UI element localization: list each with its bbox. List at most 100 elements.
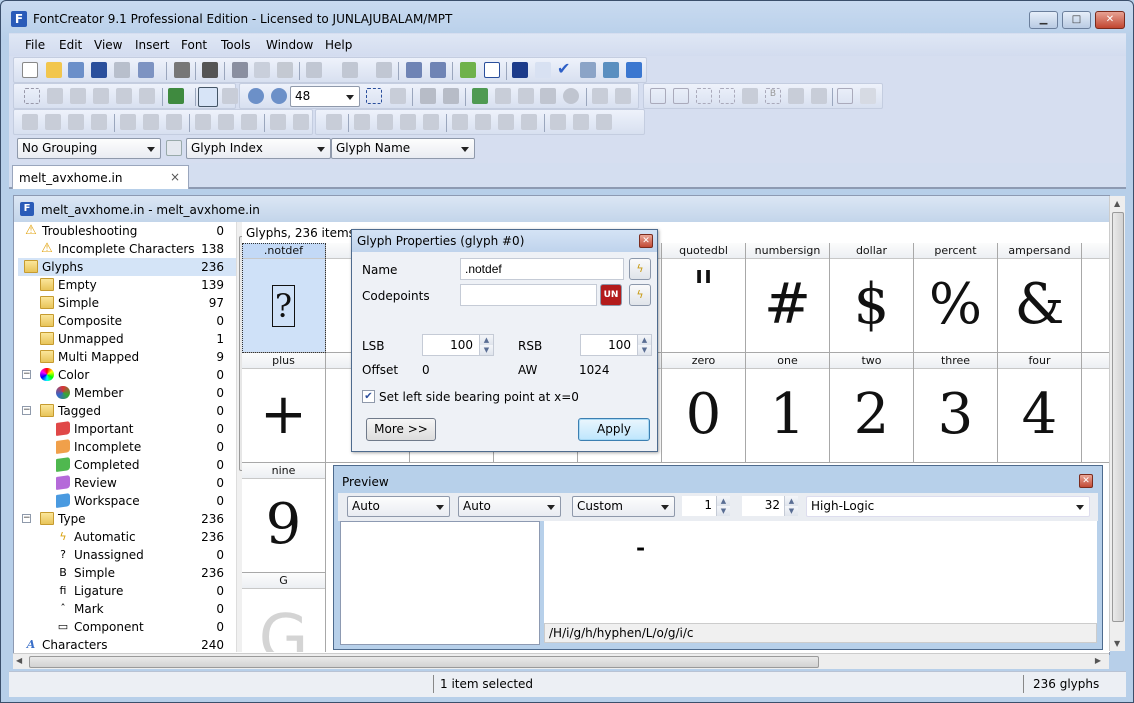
bring-front-icon[interactable] — [22, 114, 38, 130]
export-icon[interactable] — [138, 62, 154, 78]
pen-icon[interactable] — [116, 88, 132, 104]
menu-tools[interactable]: Tools — [221, 38, 251, 52]
apply-button[interactable]: Apply — [578, 418, 650, 441]
bring-forward-icon[interactable] — [45, 114, 61, 130]
menu-edit[interactable]: Edit — [59, 38, 82, 52]
intersect-icon[interactable] — [573, 114, 589, 130]
fill-icon[interactable] — [139, 88, 155, 104]
glyph-cell-four[interactable]: four 4 — [998, 353, 1082, 463]
pencil-icon[interactable] — [518, 88, 534, 104]
new-file-icon[interactable] — [22, 62, 38, 78]
grid-snap-icon[interactable] — [673, 88, 689, 104]
lsb-input[interactable]: 100 ▲ ▼ — [422, 334, 494, 356]
zoom-out-icon[interactable] — [271, 88, 287, 104]
align-middle-icon[interactable] — [218, 114, 234, 130]
next-glyph-icon[interactable] — [615, 88, 631, 104]
grid-icon[interactable] — [650, 88, 666, 104]
tree-item-color[interactable]: − Color 0 — [18, 366, 236, 384]
tree-item-review[interactable]: Review 0 — [18, 474, 236, 492]
add-text-icon[interactable] — [626, 62, 642, 78]
lsb-spinner[interactable]: ▲ ▼ — [479, 335, 493, 355]
anchor-icon[interactable] — [788, 88, 804, 104]
tree-item-component[interactable]: ▭ Component 0 — [18, 618, 236, 636]
more-button[interactable]: More >> — [366, 418, 436, 441]
tree-item-tagged[interactable]: − Tagged 0 — [18, 402, 236, 420]
tree-item-multi-mapped[interactable]: Multi Mapped 9 — [18, 348, 236, 366]
grouping-combo[interactable]: No Grouping — [17, 138, 161, 159]
direction-icon[interactable] — [860, 88, 876, 104]
copy-icon[interactable] — [254, 62, 270, 78]
send-back-icon[interactable] — [91, 114, 107, 130]
display-combo[interactable]: Glyph Name — [331, 138, 475, 159]
horizontal-scrollbar[interactable]: ◀ ▶ — [13, 653, 1109, 669]
font-window-title-bar[interactable]: F melt_avxhome.in - melt_avxhome.in — [14, 196, 1109, 222]
text-metrics-icon[interactable] — [484, 62, 500, 78]
preview-spin2[interactable]: 32 ▲ ▼ — [742, 496, 798, 516]
glyph-cell-three[interactable]: three 3 — [914, 353, 998, 463]
dialog-title-bar[interactable]: Glyph Properties (glyph #0) ✕ — [352, 230, 657, 252]
preview-spin1[interactable]: 1 ▲ ▼ — [682, 496, 730, 516]
test-icon[interactable] — [580, 62, 596, 78]
tree-item-automatic[interactable]: ϟ Automatic 236 — [18, 528, 236, 546]
glyph-cell-plus[interactable]: plus + — [242, 353, 326, 463]
tree-item-empty[interactable]: Empty 139 — [18, 276, 236, 294]
preview-size-combo[interactable]: Custom — [572, 496, 675, 517]
kerning-icon[interactable] — [535, 62, 551, 78]
node-icon[interactable] — [443, 88, 459, 104]
glyph-cell-nine[interactable]: nine 9 — [242, 463, 326, 573]
glyph-cell-zero[interactable]: zero 0 — [662, 353, 746, 463]
image-icon[interactable] — [472, 88, 488, 104]
save-icon[interactable] — [91, 62, 107, 78]
collapse-icon[interactable]: − — [22, 514, 31, 523]
align-right-icon[interactable] — [166, 114, 182, 130]
paste-icon[interactable] — [277, 62, 293, 78]
align-bottom-icon[interactable] — [241, 114, 257, 130]
measure-icon[interactable] — [93, 88, 109, 104]
tree-item-type[interactable]: − Type 236 — [18, 510, 236, 528]
send-backward-icon[interactable] — [68, 114, 84, 130]
title-bar[interactable]: F FontCreator 9.1 Professional Edition -… — [1, 1, 1133, 35]
auto-codepoint-button[interactable]: ϟ — [629, 284, 651, 306]
align-center-icon[interactable] — [143, 114, 159, 130]
tree-item-troubleshooting[interactable]: ⚠ Troubleshooting 0 — [18, 222, 236, 240]
tree-item-composite[interactable]: Composite 0 — [18, 312, 236, 330]
hand-icon[interactable] — [70, 88, 86, 104]
check-icon[interactable]: ✔ — [557, 61, 573, 78]
preview-close-button[interactable]: ✕ — [1079, 474, 1093, 488]
tree-item-ligature[interactable]: ﬁ Ligature 0 — [18, 582, 236, 600]
tree-item-simple[interactable]: B Simple 236 — [18, 564, 236, 582]
preview-text-combo[interactable]: High-Logic — [806, 496, 1090, 517]
glyph-cell-ampersand[interactable]: ampersand & — [998, 243, 1082, 353]
tree-item-unmapped[interactable]: Unmapped 1 — [18, 330, 236, 348]
distribute-h-icon[interactable] — [270, 114, 286, 130]
save-all-icon[interactable] — [114, 62, 130, 78]
font-properties-icon[interactable] — [512, 62, 528, 78]
knife-icon[interactable] — [377, 114, 393, 130]
glyph-cell-two[interactable]: two 2 — [830, 353, 914, 463]
rsb-spinner[interactable]: ▲ ▼ — [637, 335, 651, 355]
contour-icon[interactable] — [837, 88, 853, 104]
tree-item-important[interactable]: Important 0 — [18, 420, 236, 438]
tree-item-characters[interactable]: A Characters 240 — [18, 636, 236, 652]
print-icon[interactable] — [174, 62, 190, 78]
collapse-icon[interactable]: − — [22, 370, 31, 379]
tree-item-incomplete-characters[interactable]: ⚠ Incomplete Characters 138 — [18, 240, 236, 258]
preview-list-pane[interactable] — [340, 521, 540, 645]
unicode-icon[interactable]: UN — [600, 284, 622, 306]
glyph-cell-G[interactable]: GG — [242, 573, 326, 652]
zoom-selection-icon[interactable] — [390, 88, 406, 104]
previous-glyph-icon[interactable] — [592, 88, 608, 104]
tree-item-unassigned[interactable]: ? Unassigned 0 — [18, 546, 236, 564]
cut-icon[interactable] — [232, 62, 248, 78]
skew-icon[interactable] — [452, 114, 468, 130]
codepoints-input[interactable] — [460, 284, 597, 306]
close-tab-icon[interactable]: × — [170, 170, 180, 184]
tree-item-glyphs[interactable]: Glyphs 236 — [18, 258, 236, 276]
flip-v-icon[interactable] — [521, 114, 537, 130]
collapse-icon[interactable]: − — [22, 406, 31, 415]
menu-insert[interactable]: Insert — [135, 38, 169, 52]
close-button[interactable]: ✕ — [1095, 11, 1125, 29]
preview-mode-combo[interactable]: Auto — [347, 496, 450, 517]
repeat-icon[interactable] — [376, 62, 392, 78]
distribute-v-icon[interactable] — [293, 114, 309, 130]
